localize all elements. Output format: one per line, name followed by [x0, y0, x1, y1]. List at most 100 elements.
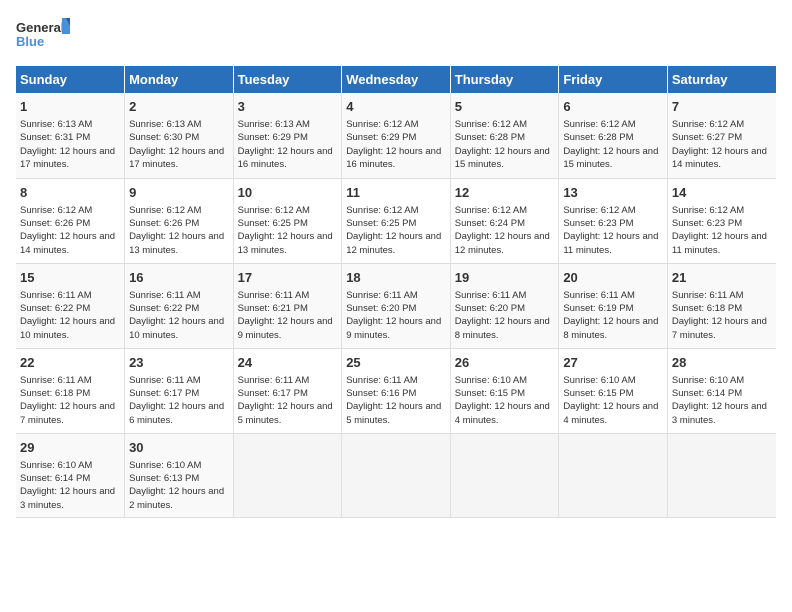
sunset-label: Sunset: 6:18 PM: [20, 388, 90, 399]
day-cell-22: 22Sunrise: 6:11 AMSunset: 6:18 PMDayligh…: [16, 348, 125, 433]
calendar-table: SundayMondayTuesdayWednesdayThursdayFrid…: [16, 66, 776, 518]
daylight-label: Daylight: 12 hours and 15 minutes.: [455, 146, 550, 170]
week-row-3: 15Sunrise: 6:11 AMSunset: 6:22 PMDayligh…: [16, 263, 776, 348]
day-number: 7: [672, 98, 772, 116]
day-number: 8: [20, 184, 120, 202]
day-cell-21: 21Sunrise: 6:11 AMSunset: 6:18 PMDayligh…: [667, 263, 776, 348]
sunrise-label: Sunrise: 6:12 AM: [455, 205, 527, 216]
day-number: 24: [238, 354, 338, 372]
day-number: 12: [455, 184, 555, 202]
day-number: 13: [563, 184, 663, 202]
sunrise-label: Sunrise: 6:12 AM: [346, 205, 418, 216]
header-saturday: Saturday: [667, 66, 776, 93]
day-cell-16: 16Sunrise: 6:11 AMSunset: 6:22 PMDayligh…: [125, 263, 234, 348]
svg-text:General: General: [16, 20, 64, 35]
day-number: 17: [238, 269, 338, 287]
daylight-label: Daylight: 12 hours and 13 minutes.: [238, 231, 333, 255]
day-number: 20: [563, 269, 663, 287]
sunset-label: Sunset: 6:20 PM: [346, 303, 416, 314]
header-friday: Friday: [559, 66, 668, 93]
day-number: 4: [346, 98, 446, 116]
sunset-label: Sunset: 6:22 PM: [129, 303, 199, 314]
daylight-label: Daylight: 12 hours and 9 minutes.: [238, 316, 333, 340]
daylight-label: Daylight: 12 hours and 4 minutes.: [563, 401, 658, 425]
empty-cell: [450, 433, 559, 517]
sunset-label: Sunset: 6:24 PM: [455, 218, 525, 229]
day-cell-24: 24Sunrise: 6:11 AMSunset: 6:17 PMDayligh…: [233, 348, 342, 433]
sunrise-label: Sunrise: 6:12 AM: [563, 205, 635, 216]
day-number: 11: [346, 184, 446, 202]
sunrise-label: Sunrise: 6:11 AM: [20, 375, 92, 386]
daylight-label: Daylight: 12 hours and 6 minutes.: [129, 401, 224, 425]
day-cell-1: 1Sunrise: 6:13 AMSunset: 6:31 PMDaylight…: [16, 93, 125, 178]
sunrise-label: Sunrise: 6:12 AM: [20, 205, 92, 216]
day-cell-2: 2Sunrise: 6:13 AMSunset: 6:30 PMDaylight…: [125, 93, 234, 178]
sunrise-label: Sunrise: 6:11 AM: [455, 290, 527, 301]
day-cell-3: 3Sunrise: 6:13 AMSunset: 6:29 PMDaylight…: [233, 93, 342, 178]
day-cell-9: 9Sunrise: 6:12 AMSunset: 6:26 PMDaylight…: [125, 178, 234, 263]
empty-cell: [233, 433, 342, 517]
logo-svg: General Blue: [16, 16, 71, 56]
day-cell-6: 6Sunrise: 6:12 AMSunset: 6:28 PMDaylight…: [559, 93, 668, 178]
sunset-label: Sunset: 6:16 PM: [346, 388, 416, 399]
day-number: 2: [129, 98, 229, 116]
day-number: 3: [238, 98, 338, 116]
day-cell-18: 18Sunrise: 6:11 AMSunset: 6:20 PMDayligh…: [342, 263, 451, 348]
sunrise-label: Sunrise: 6:12 AM: [563, 119, 635, 130]
empty-cell: [667, 433, 776, 517]
sunset-label: Sunset: 6:28 PM: [455, 132, 525, 143]
daylight-label: Daylight: 12 hours and 7 minutes.: [20, 401, 115, 425]
sunrise-label: Sunrise: 6:11 AM: [672, 290, 744, 301]
empty-cell: [342, 433, 451, 517]
sunset-label: Sunset: 6:23 PM: [563, 218, 633, 229]
sunset-label: Sunset: 6:23 PM: [672, 218, 742, 229]
sunset-label: Sunset: 6:15 PM: [455, 388, 525, 399]
day-cell-15: 15Sunrise: 6:11 AMSunset: 6:22 PMDayligh…: [16, 263, 125, 348]
day-number: 16: [129, 269, 229, 287]
calendar-header-row: SundayMondayTuesdayWednesdayThursdayFrid…: [16, 66, 776, 93]
sunset-label: Sunset: 6:17 PM: [238, 388, 308, 399]
day-cell-17: 17Sunrise: 6:11 AMSunset: 6:21 PMDayligh…: [233, 263, 342, 348]
sunrise-label: Sunrise: 6:11 AM: [238, 375, 310, 386]
daylight-label: Daylight: 12 hours and 10 minutes.: [20, 316, 115, 340]
daylight-label: Daylight: 12 hours and 13 minutes.: [129, 231, 224, 255]
day-cell-30: 30Sunrise: 6:10 AMSunset: 6:13 PMDayligh…: [125, 433, 234, 517]
day-number: 23: [129, 354, 229, 372]
day-cell-26: 26Sunrise: 6:10 AMSunset: 6:15 PMDayligh…: [450, 348, 559, 433]
daylight-label: Daylight: 12 hours and 12 minutes.: [455, 231, 550, 255]
day-number: 27: [563, 354, 663, 372]
sunset-label: Sunset: 6:21 PM: [238, 303, 308, 314]
sunrise-label: Sunrise: 6:11 AM: [346, 375, 418, 386]
sunset-label: Sunset: 6:13 PM: [129, 473, 199, 484]
week-row-5: 29Sunrise: 6:10 AMSunset: 6:14 PMDayligh…: [16, 433, 776, 517]
header-tuesday: Tuesday: [233, 66, 342, 93]
daylight-label: Daylight: 12 hours and 11 minutes.: [672, 231, 767, 255]
sunrise-label: Sunrise: 6:13 AM: [238, 119, 310, 130]
svg-text:Blue: Blue: [16, 34, 44, 49]
week-row-4: 22Sunrise: 6:11 AMSunset: 6:18 PMDayligh…: [16, 348, 776, 433]
header-wednesday: Wednesday: [342, 66, 451, 93]
sunset-label: Sunset: 6:29 PM: [346, 132, 416, 143]
day-number: 30: [129, 439, 229, 457]
day-number: 10: [238, 184, 338, 202]
day-cell-19: 19Sunrise: 6:11 AMSunset: 6:20 PMDayligh…: [450, 263, 559, 348]
daylight-label: Daylight: 12 hours and 14 minutes.: [20, 231, 115, 255]
page-header: General Blue: [16, 16, 776, 56]
day-cell-29: 29Sunrise: 6:10 AMSunset: 6:14 PMDayligh…: [16, 433, 125, 517]
header-monday: Monday: [125, 66, 234, 93]
sunrise-label: Sunrise: 6:12 AM: [672, 205, 744, 216]
sunrise-label: Sunrise: 6:10 AM: [672, 375, 744, 386]
sunset-label: Sunset: 6:18 PM: [672, 303, 742, 314]
day-number: 6: [563, 98, 663, 116]
daylight-label: Daylight: 12 hours and 12 minutes.: [346, 231, 441, 255]
day-number: 28: [672, 354, 772, 372]
sunrise-label: Sunrise: 6:10 AM: [129, 460, 201, 471]
daylight-label: Daylight: 12 hours and 3 minutes.: [672, 401, 767, 425]
sunrise-label: Sunrise: 6:10 AM: [563, 375, 635, 386]
sunset-label: Sunset: 6:29 PM: [238, 132, 308, 143]
daylight-label: Daylight: 12 hours and 7 minutes.: [672, 316, 767, 340]
sunset-label: Sunset: 6:30 PM: [129, 132, 199, 143]
daylight-label: Daylight: 12 hours and 10 minutes.: [129, 316, 224, 340]
sunset-label: Sunset: 6:25 PM: [238, 218, 308, 229]
day-number: 19: [455, 269, 555, 287]
